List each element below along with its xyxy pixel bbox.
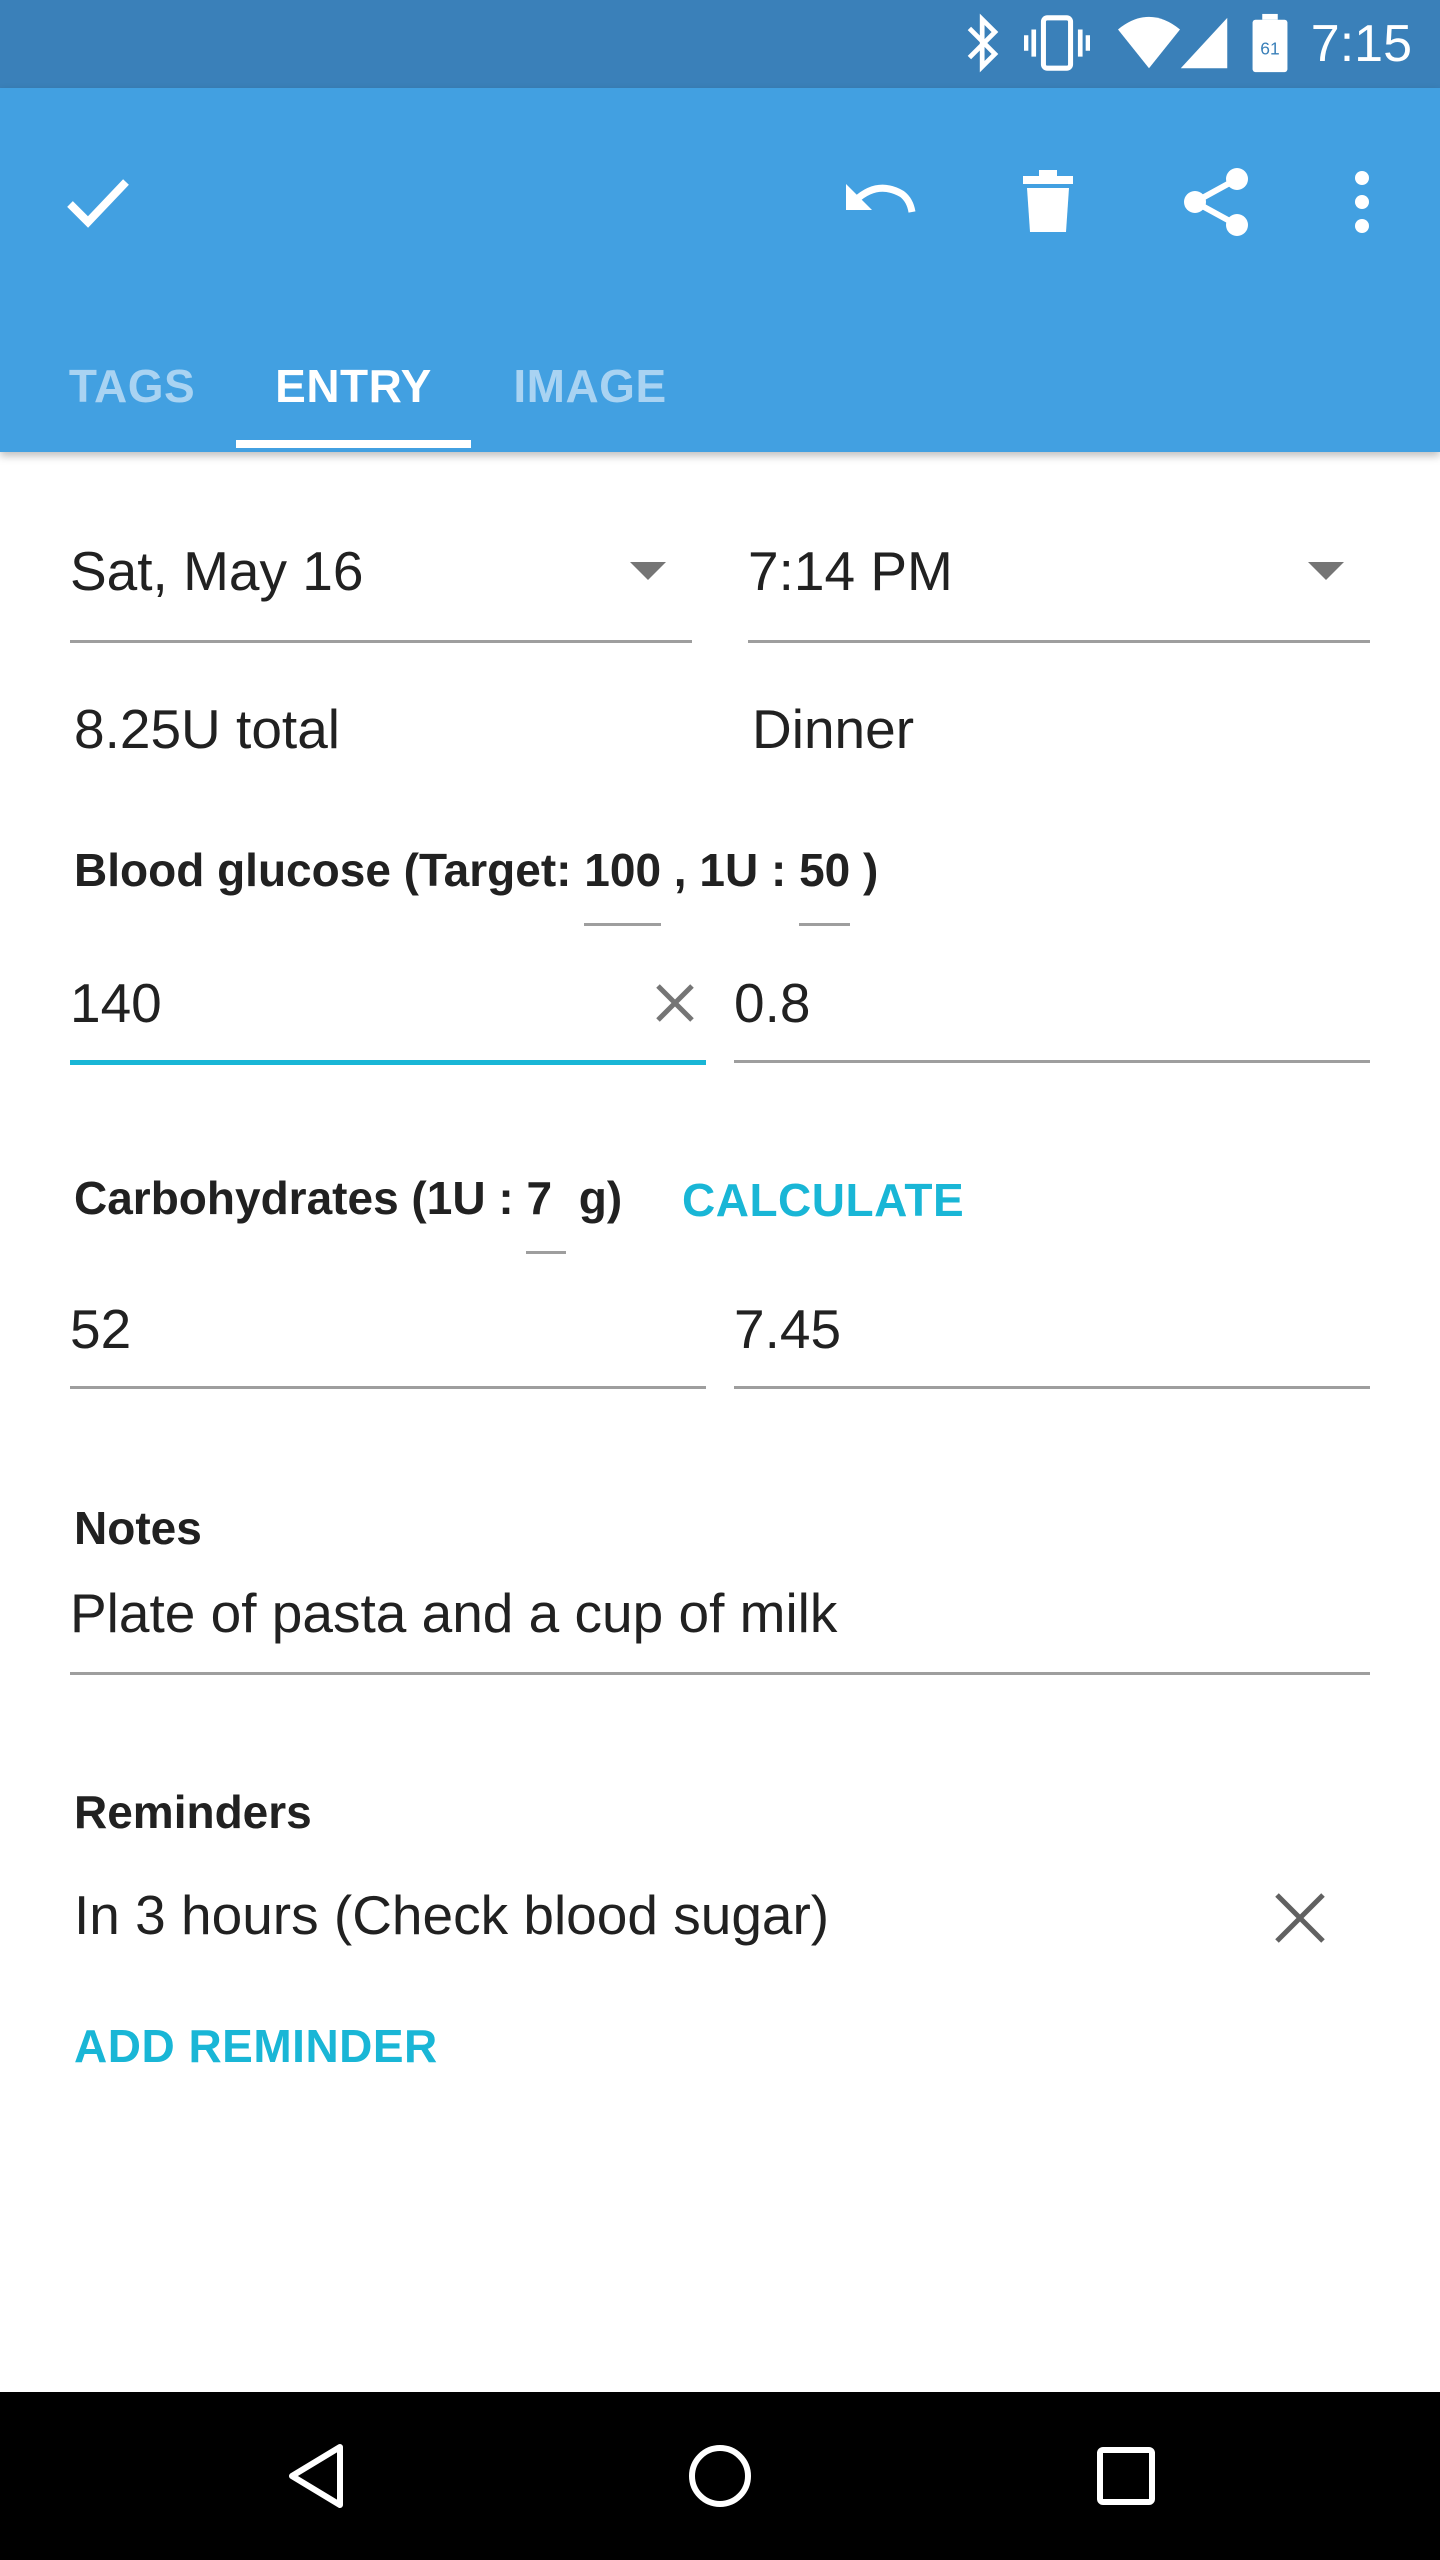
time-underline: [748, 640, 1370, 643]
app-bar: TAGS ENTRY IMAGE: [0, 88, 1440, 452]
bluetooth-icon: [967, 13, 999, 73]
check-icon: [67, 179, 129, 228]
glucose-value: 140: [70, 972, 162, 1034]
back-triangle-icon: [289, 2444, 343, 2508]
glucose-label-suffix: ): [850, 844, 879, 896]
clear-glucose-button[interactable]: [640, 968, 710, 1038]
status-bar: 61 7:15: [0, 0, 1440, 88]
carbs-value: 52: [70, 1298, 132, 1360]
delete-button[interactable]: [988, 142, 1108, 262]
close-icon: [656, 984, 694, 1022]
recents-button[interactable]: [1056, 2416, 1196, 2536]
carbs-label: Carbohydrates (1U : 7 g): [74, 1168, 623, 1254]
navigation-bar: [0, 2392, 1440, 2560]
more-options-button[interactable]: [1302, 142, 1422, 262]
date-underline: [70, 640, 692, 643]
notes-label: Notes: [74, 1502, 202, 1554]
more-vert-icon: [1355, 171, 1369, 233]
delete-icon: [1023, 170, 1073, 232]
tab-entry[interactable]: ENTRY: [236, 320, 471, 452]
add-reminder-button[interactable]: ADD REMINDER: [74, 2016, 438, 2076]
status-time: 7:15: [1310, 15, 1412, 73]
chevron-down-icon: [1308, 562, 1344, 580]
glucose-label: Blood glucose (Target: 100 , 1U : 50 ): [74, 840, 879, 926]
home-button[interactable]: [650, 2416, 790, 2536]
tab-indicator: [236, 440, 471, 448]
carbs-label-suffix: g): [566, 1172, 623, 1224]
carbs-label-prefix: Carbohydrates (1U :: [74, 1172, 527, 1224]
meal-tag[interactable]: Dinner: [752, 694, 914, 764]
close-icon: [1275, 1893, 1325, 1943]
glucose-label-mid: , 1U :: [661, 844, 800, 896]
undo-icon: [846, 184, 916, 213]
insulin-total: 8.25U total: [74, 698, 341, 760]
time-value: 7:14 PM: [748, 540, 953, 602]
recents-square-icon: [1097, 2447, 1155, 2505]
carbs-units-value: 7.45: [734, 1298, 842, 1360]
notes-underline: [70, 1672, 1370, 1675]
carbs-ratio-input[interactable]: 7: [526, 1168, 566, 1254]
carbs-units-underline: [734, 1386, 1370, 1389]
glucose-underline: [70, 1060, 706, 1065]
tab-image[interactable]: IMAGE: [490, 320, 690, 452]
cell-signal-icon: [1180, 17, 1228, 69]
share-icon: [1184, 168, 1248, 236]
back-button[interactable]: [246, 2416, 386, 2536]
chevron-down-icon: [630, 562, 666, 580]
wifi-icon: [1118, 16, 1180, 69]
share-button[interactable]: [1156, 142, 1276, 262]
glucose-label-prefix: Blood glucose (Target:: [74, 844, 585, 896]
glucose-units-value: 0.8: [734, 972, 811, 1034]
remove-reminder-button[interactable]: [1262, 1880, 1338, 1956]
save-button[interactable]: [38, 142, 158, 262]
date-value: Sat, May 16: [70, 540, 364, 602]
carbs-underline: [70, 1386, 706, 1389]
notes-value: Plate of pasta and a cup of milk: [70, 1582, 838, 1644]
glucose-target-input[interactable]: 100: [584, 840, 661, 926]
undo-button[interactable]: [820, 142, 940, 262]
glucose-ratio-input[interactable]: 50: [799, 840, 851, 926]
vibrate-icon: [1024, 15, 1090, 71]
battery-icon: 61: [1252, 13, 1288, 73]
reminder-text: In 3 hours (Check blood sugar): [74, 1884, 830, 1946]
calculate-button[interactable]: CALCULATE: [682, 1170, 964, 1230]
home-circle-icon: [689, 2445, 751, 2507]
tab-tags[interactable]: TAGS: [40, 320, 224, 452]
glucose-units-underline: [734, 1060, 1370, 1063]
battery-level: 61: [1260, 39, 1279, 59]
reminders-label: Reminders: [74, 1786, 312, 1838]
